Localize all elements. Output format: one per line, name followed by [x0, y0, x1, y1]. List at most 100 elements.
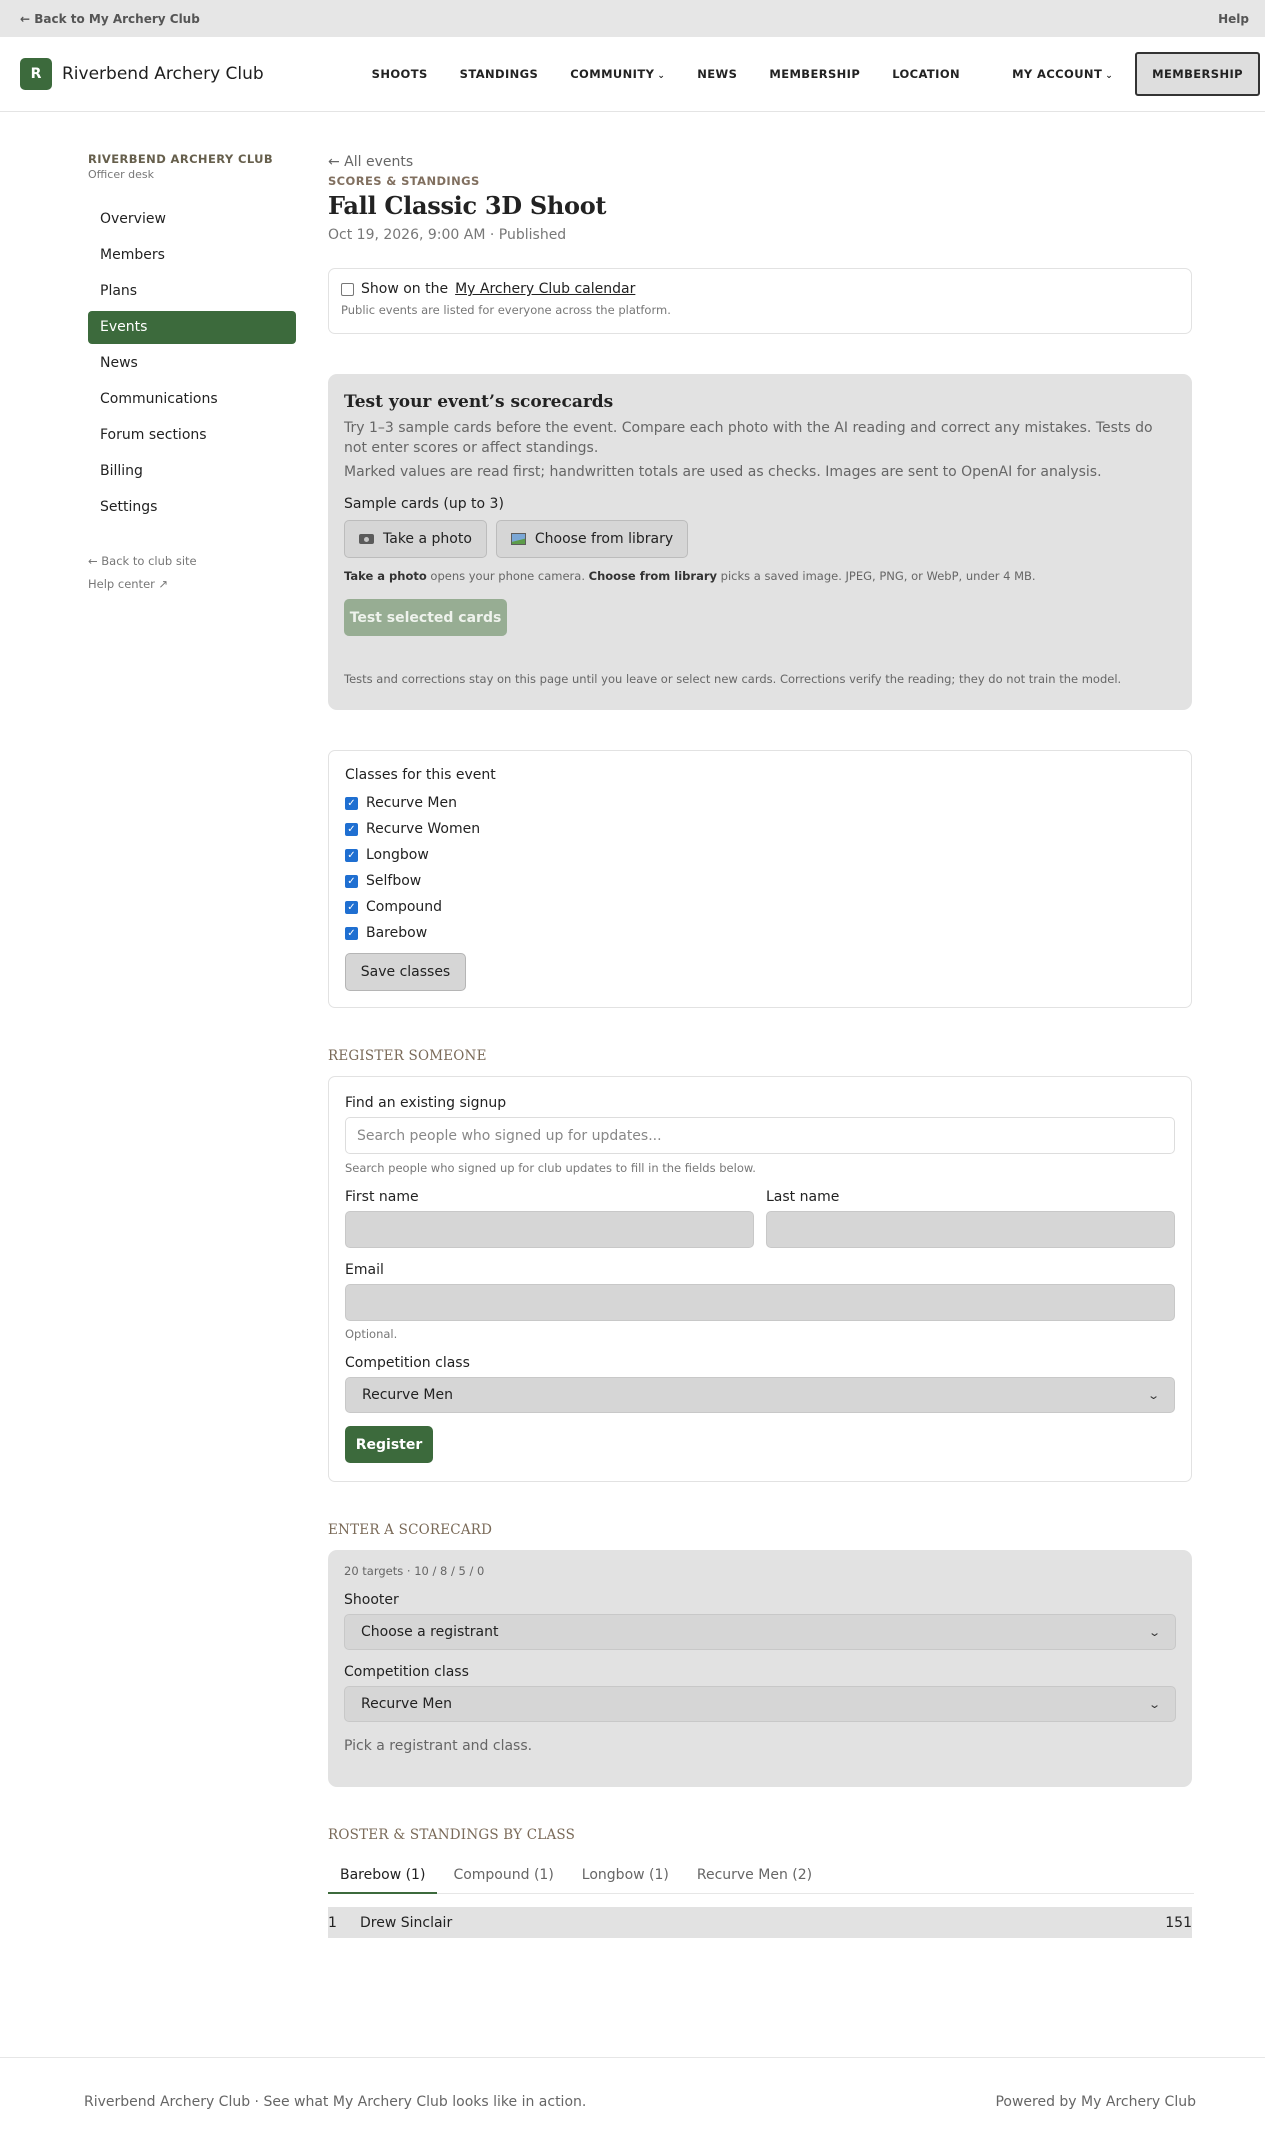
scorecard-panel: 20 targets · 10 / 8 / 5 / 0 Shooter Choo…: [328, 1550, 1192, 1787]
sidebar-item-events[interactable]: Events: [88, 311, 296, 344]
sidebar-org-name: RIVERBEND ARCHERY CLUB: [88, 152, 274, 166]
choose-library-label: Choose from library: [534, 531, 674, 547]
standing-score: 151: [1165, 1914, 1192, 1931]
class-checkbox-selfbow[interactable]: ✓: [345, 874, 358, 888]
top-bar: ← Back to My Archery Club Help: [0, 0, 1265, 37]
test-panel-note: Marked values are read first; handwritte…: [344, 464, 1102, 480]
main-content: ← All events SCORES & STANDINGS Fall Cla…: [328, 154, 1194, 1938]
powered-by-link[interactable]: Powered by My Archery Club: [995, 2094, 1196, 2110]
sidebar-item-forum-sections[interactable]: Forum sections: [88, 419, 296, 452]
class-label-recurve-women: Recurve Women: [366, 821, 481, 837]
sidebar-item-news[interactable]: News: [88, 347, 296, 380]
register-button[interactable]: Register: [345, 1426, 433, 1463]
chevron-down-icon: ⌄: [1146, 1388, 1160, 1402]
class-checkbox-recurve-women[interactable]: ✓: [345, 822, 358, 836]
page-title: Fall Classic 3D Shoot: [328, 191, 607, 220]
email-field[interactable]: [345, 1284, 1175, 1321]
scorecard-class-value: Recurve Men: [361, 1696, 452, 1712]
club-logo[interactable]: R: [20, 58, 52, 90]
sample-cards-label: Sample cards (up to 3): [344, 496, 504, 512]
sidebar-nav: Overview Members Plans Events News Commu…: [88, 203, 296, 524]
class-checkbox-recurve-men[interactable]: ✓: [345, 796, 358, 810]
hint-text-1: opens your phone camera.: [426, 569, 589, 583]
upload-hint: Take a photo opens your phone camera. Ch…: [344, 569, 1176, 583]
officer-sidebar: RIVERBEND ARCHERY CLUB Officer desk Over…: [88, 152, 296, 591]
help-center-link[interactable]: Help center ↗: [88, 577, 296, 591]
nav-my-account[interactable]: MY ACCOUNT ⌄: [996, 67, 1129, 81]
chevron-down-icon: ⌄: [1105, 71, 1114, 81]
nav-shoots[interactable]: SHOOTS: [356, 67, 444, 81]
take-photo-button[interactable]: Take a photo: [344, 520, 487, 558]
calendar-card: Show on the My Archery Club calendar Pub…: [328, 268, 1192, 334]
shooter-select[interactable]: Choose a registrant ⌄: [344, 1614, 1176, 1650]
scorecard-heading: ENTER A SCORECARD: [328, 1522, 493, 1538]
camera-icon: [359, 534, 374, 544]
tab-longbow[interactable]: Longbow (1): [570, 1856, 681, 1893]
email-label: Email: [345, 1262, 384, 1278]
back-to-club-site-link[interactable]: ← Back to club site: [88, 554, 296, 568]
show-on-calendar-checkbox[interactable]: [341, 282, 354, 296]
nav-standings[interactable]: STANDINGS: [444, 67, 555, 81]
site-header: R Riverbend Archery Club SHOOTS STANDING…: [0, 37, 1265, 112]
tab-recurve-men[interactable]: Recurve Men (2): [685, 1856, 824, 1893]
last-name-field[interactable]: [766, 1211, 1175, 1248]
register-class-select[interactable]: Recurve Men ⌄: [345, 1377, 1175, 1413]
save-classes-button[interactable]: Save classes: [345, 953, 466, 991]
register-card: Find an existing signup Search people wh…: [328, 1076, 1192, 1482]
all-events-link[interactable]: ← All events: [328, 154, 1192, 170]
class-label-compound: Compound: [366, 899, 443, 915]
scorecard-format: 20 targets · 10 / 8 / 5 / 0: [344, 1564, 485, 1578]
nav-community-label: COMMUNITY: [570, 67, 655, 81]
scorecard-class-label: Competition class: [344, 1664, 469, 1680]
hint-choose-library: Choose from library: [588, 569, 718, 583]
class-label-recurve-men: Recurve Men: [366, 795, 457, 811]
choose-from-library-button[interactable]: Choose from library: [495, 520, 689, 558]
footer-tagline: Riverbend Archery Club · See what My Arc…: [84, 2094, 587, 2110]
sidebar-item-billing[interactable]: Billing: [88, 455, 296, 488]
scorecard-class-select[interactable]: Recurve Men ⌄: [344, 1686, 1176, 1722]
class-checkbox-longbow[interactable]: ✓: [345, 848, 358, 862]
site-footer: Riverbend Archery Club · See what My Arc…: [0, 2057, 1265, 2146]
sidebar-item-overview[interactable]: Overview: [88, 203, 296, 236]
page-body: RIVERBEND ARCHERY CLUB Officer desk Over…: [0, 112, 1265, 2057]
test-panel-description: Try 1–3 sample cards before the event. C…: [344, 420, 1153, 456]
first-name-field[interactable]: [345, 1211, 754, 1248]
section-eyebrow: SCORES & STANDINGS: [328, 174, 480, 188]
sidebar-item-settings[interactable]: Settings: [88, 491, 296, 524]
test-selected-cards-button[interactable]: Test selected cards: [344, 599, 507, 636]
sidebar-item-members[interactable]: Members: [88, 239, 296, 272]
nav-membership[interactable]: MEMBERSHIP: [753, 67, 876, 81]
register-class-label: Competition class: [345, 1355, 470, 1371]
nav-my-account-label: MY ACCOUNT: [1012, 67, 1103, 81]
calendar-link[interactable]: My Archery Club calendar: [455, 281, 635, 297]
chevron-down-icon: ⌄: [1147, 1625, 1161, 1639]
club-name[interactable]: Riverbend Archery Club: [62, 64, 264, 84]
signup-search-input[interactable]: Search people who signed up for updates.…: [345, 1117, 1175, 1154]
tab-barebow[interactable]: Barebow (1): [328, 1856, 438, 1894]
nav-location[interactable]: LOCATION: [876, 67, 976, 81]
last-name-label: Last name: [766, 1189, 840, 1205]
back-to-platform-link[interactable]: ← Back to My Archery Club: [20, 12, 200, 26]
nav-community[interactable]: COMMUNITY ⌄: [554, 67, 681, 81]
class-label-selfbow: Selfbow: [366, 873, 422, 889]
test-panel-footer: Tests and corrections stay on this page …: [344, 672, 1122, 686]
table-row: 1 Drew Sinclair 151: [328, 1907, 1192, 1938]
class-checkbox-compound[interactable]: ✓: [345, 900, 358, 914]
nav-news[interactable]: NEWS: [681, 67, 753, 81]
tab-compound[interactable]: Compound (1): [441, 1856, 565, 1893]
membership-cta-button[interactable]: MEMBERSHIP: [1135, 52, 1260, 96]
event-meta: Oct 19, 2026, 9:00 AM · Published: [328, 227, 567, 243]
scorecard-test-panel: Test your event’s scorecards Try 1–3 sam…: [328, 374, 1192, 710]
sidebar-item-communications[interactable]: Communications: [88, 383, 296, 416]
calendar-note: Public events are listed for everyone ac…: [341, 303, 671, 317]
class-checkbox-barebow[interactable]: ✓: [345, 926, 358, 940]
roster-heading: ROSTER & STANDINGS BY CLASS: [328, 1827, 576, 1843]
class-tabs: Barebow (1) Compound (1) Longbow (1) Rec…: [328, 1856, 1194, 1894]
classes-label: Classes for this event: [345, 767, 496, 783]
sidebar-item-plans[interactable]: Plans: [88, 275, 296, 308]
take-photo-label: Take a photo: [383, 531, 472, 547]
register-heading: REGISTER SOMEONE: [328, 1048, 487, 1064]
class-label-longbow: Longbow: [366, 847, 429, 863]
find-signup-label: Find an existing signup: [345, 1095, 507, 1111]
help-link[interactable]: Help: [1218, 12, 1249, 26]
